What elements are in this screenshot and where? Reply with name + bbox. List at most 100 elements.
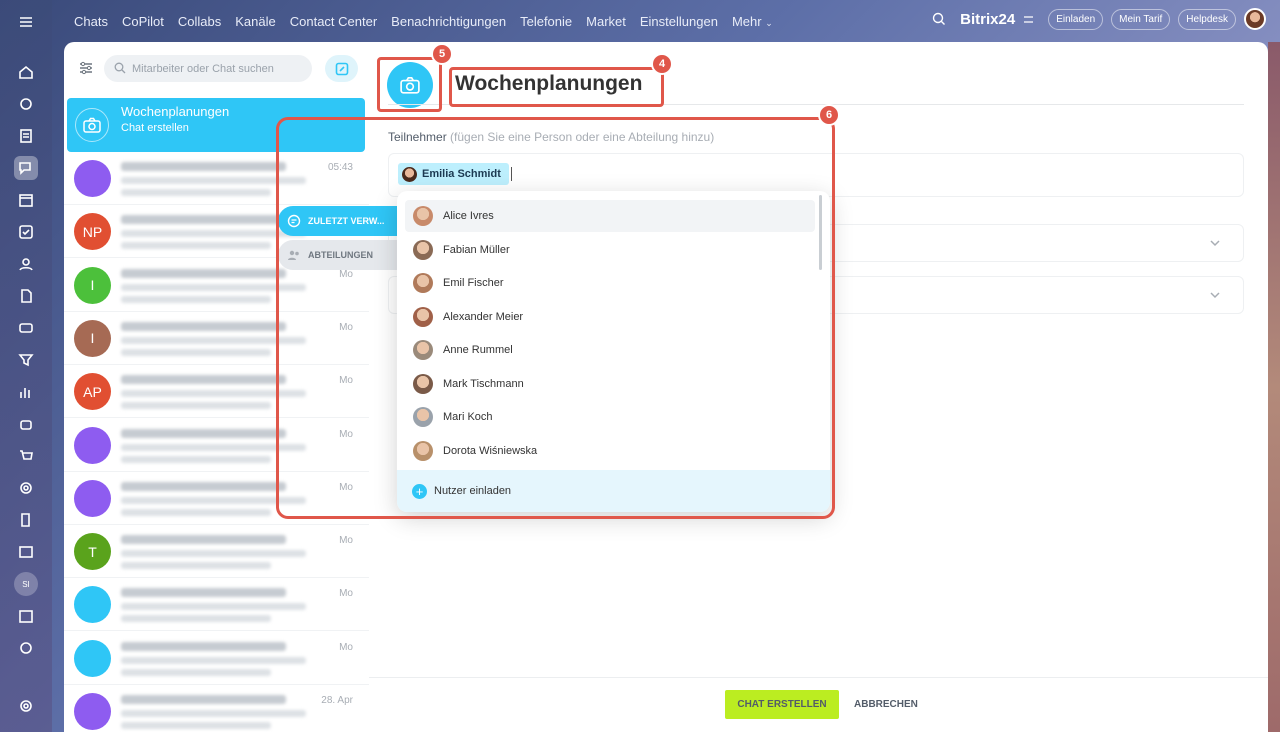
calendar-icon[interactable] xyxy=(14,188,38,212)
blurred-text xyxy=(121,215,286,225)
blurred-text xyxy=(121,615,271,623)
tab-recent[interactable]: ZULETZT VERW... xyxy=(278,206,398,236)
copilot-icon[interactable] xyxy=(14,92,38,116)
sliders-icon[interactable] xyxy=(1023,14,1034,25)
user-name: Mark Tischmann xyxy=(443,377,524,390)
user-name: Alice Ivres xyxy=(443,210,494,222)
scrollbar[interactable] xyxy=(819,195,822,270)
callout-badge-5: 5 xyxy=(431,43,453,65)
tariff-button[interactable]: Mein Tarif xyxy=(1111,8,1171,30)
chevron-down-icon xyxy=(1210,292,1220,299)
chat-avatar xyxy=(74,639,111,677)
search-icon[interactable] xyxy=(932,12,946,26)
tab-departments[interactable]: ABTEILUNGEN xyxy=(278,240,398,270)
chat-list-item[interactable]: 05:43 xyxy=(64,152,369,205)
user-list-item[interactable]: Emil Fischer xyxy=(405,267,815,299)
divider xyxy=(388,104,1244,105)
user-list-item[interactable]: Dorota Wiśniewska xyxy=(405,435,815,467)
user-list-item[interactable]: Anne Rummel xyxy=(405,334,815,366)
crm-icon[interactable] xyxy=(14,316,38,340)
menu-icon[interactable] xyxy=(14,10,38,34)
chat-timestamp: Mo xyxy=(339,268,353,280)
settings-icon[interactable] xyxy=(14,694,38,718)
user-avatar[interactable]: SI xyxy=(14,572,38,596)
nav-channels[interactable]: Kanäle xyxy=(235,14,275,29)
chat-title-input[interactable]: Wochenplanungen xyxy=(455,72,642,96)
chat-list-item[interactable]: 28. Apr xyxy=(64,685,369,732)
new-chat-button[interactable] xyxy=(325,55,358,82)
search-placeholder: Mitarbeiter oder Chat suchen xyxy=(132,62,274,75)
chat-list-item[interactable]: Mo xyxy=(64,419,369,472)
chat-list-item[interactable]: AP Mo xyxy=(64,365,369,419)
blurred-text xyxy=(121,443,306,451)
chat-avatar xyxy=(74,693,111,730)
brand-logo[interactable]: Bitrix24 xyxy=(960,11,1015,28)
tasks-icon[interactable] xyxy=(14,220,38,244)
chat-list-item[interactable]: Mo xyxy=(64,578,369,632)
invite-user-button[interactable]: + Nutzer einladen xyxy=(397,470,830,512)
invite-button[interactable]: Einladen xyxy=(1048,8,1104,30)
blurred-text xyxy=(121,348,271,356)
blurred-text xyxy=(121,588,286,598)
cart-icon[interactable] xyxy=(14,444,38,468)
chat-icon[interactable] xyxy=(14,156,38,180)
nav-contact-center[interactable]: Contact Center xyxy=(290,14,377,29)
participants-hint: (fügen Sie eine Person oder eine Abteilu… xyxy=(450,130,715,144)
nav-telephony[interactable]: Telefonie xyxy=(520,14,572,29)
blurred-text xyxy=(121,162,286,171)
blurred-text xyxy=(121,695,286,704)
nav-copilot[interactable]: CoPilot xyxy=(122,14,164,29)
chat-list-item[interactable]: Mo xyxy=(64,632,369,685)
chat-list-item[interactable]: T Mo xyxy=(64,525,369,579)
home-icon[interactable] xyxy=(14,60,38,84)
chat-list-item[interactable]: I Mo xyxy=(64,312,369,365)
chat-timestamp: Mo xyxy=(339,588,353,600)
user-list-item[interactable]: Alexander Meier xyxy=(405,301,815,333)
sign-icon[interactable] xyxy=(14,508,38,532)
target-icon[interactable] xyxy=(14,476,38,500)
feed-icon[interactable] xyxy=(14,124,38,148)
participant-chip[interactable]: Emilia Schmidt xyxy=(398,163,509,185)
funnel-icon[interactable] xyxy=(14,348,38,372)
search-input[interactable]: Mitarbeiter oder Chat suchen xyxy=(104,55,312,82)
user-list-item[interactable]: Fabian Müller xyxy=(405,234,815,266)
documents-icon[interactable] xyxy=(14,284,38,308)
participant-avatar xyxy=(402,166,417,182)
user-list-item[interactable]: Mark Tischmann xyxy=(405,368,815,400)
selected-chat-item[interactable]: Wochenplanungen Chat erstellen xyxy=(67,98,365,152)
tab-departments-label: ABTEILUNGEN xyxy=(308,250,373,260)
chat-avatar-upload[interactable] xyxy=(387,62,433,108)
blurred-text xyxy=(121,336,306,344)
nav-more[interactable]: Mehr ⌄ xyxy=(732,14,773,29)
user-selector-dialog: Alice Ivres Fabian Müller Emil Fischer Alex… xyxy=(397,191,830,512)
nav-settings[interactable]: Einstellungen xyxy=(640,14,718,29)
cancel-button[interactable]: ABBRECHEN xyxy=(854,690,918,719)
nav-chats[interactable]: Chats xyxy=(74,14,108,29)
robot-icon[interactable] xyxy=(14,412,38,436)
user-list-item[interactable]: Alice Ivres xyxy=(405,200,815,232)
helpdesk-button[interactable]: Helpdesk xyxy=(1178,8,1236,30)
user-avatar xyxy=(413,273,433,293)
analytics-icon[interactable] xyxy=(14,380,38,404)
user-avatar xyxy=(413,407,433,427)
nav-collabs[interactable]: Collabs xyxy=(178,14,221,29)
contact-card-icon[interactable] xyxy=(14,540,38,564)
blurred-text xyxy=(121,428,286,438)
create-chat-button[interactable]: CHAT ERSTELLEN xyxy=(725,690,839,719)
blurred-text xyxy=(121,481,286,491)
schedule-icon[interactable] xyxy=(14,604,38,628)
users-icon[interactable] xyxy=(14,252,38,276)
support-icon[interactable] xyxy=(14,636,38,660)
participants-label-text: Teilnehmer xyxy=(388,130,447,144)
nav-market[interactable]: Market xyxy=(586,14,626,29)
callout-badge-6: 6 xyxy=(818,104,840,126)
background-strip xyxy=(1268,42,1280,732)
chat-list-item[interactable]: Mo xyxy=(64,472,369,525)
chat-bubble-icon xyxy=(287,214,301,228)
filter-icon[interactable] xyxy=(78,60,94,76)
nav-notifications[interactable]: Benachrichtigungen xyxy=(391,14,506,29)
chat-avatar: AP xyxy=(74,373,111,411)
profile-avatar[interactable] xyxy=(1244,8,1266,30)
user-list-item[interactable]: Mari Koch xyxy=(405,401,815,433)
user-name: Dorota Wiśniewska xyxy=(443,444,538,457)
